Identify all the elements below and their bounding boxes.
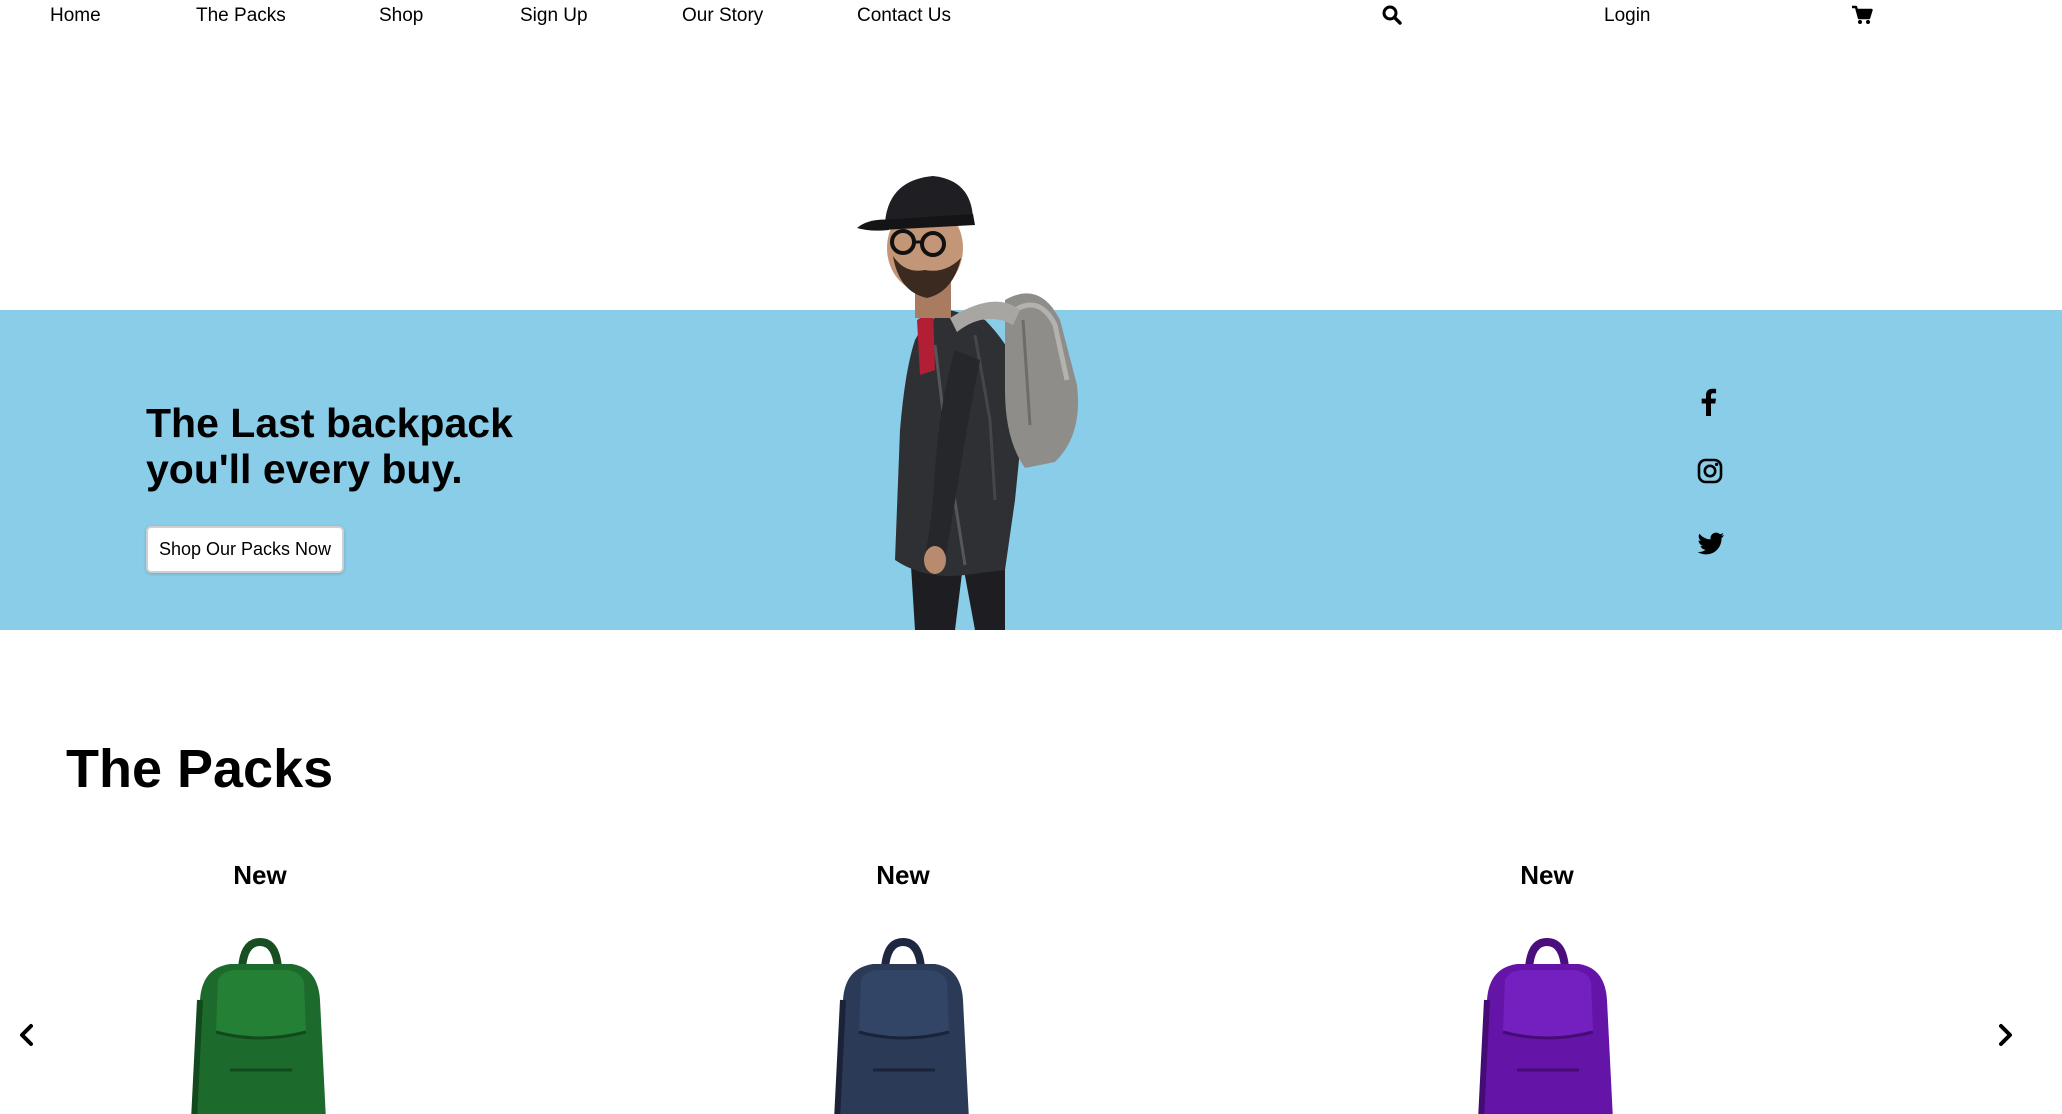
pack-badge-new: New (1520, 860, 1574, 890)
hero-title: The Last backpack you'll every buy. (146, 400, 666, 492)
instagram-icon[interactable] (1697, 458, 1723, 484)
nav-shop[interactable]: Shop (379, 5, 423, 27)
hero-person-image (857, 176, 1079, 630)
search-icon[interactable] (1381, 4, 1403, 26)
shop-packs-button[interactable]: Shop Our Packs Now (146, 526, 344, 573)
hero-title-line2: you'll every buy. (146, 446, 463, 492)
top-nav: Home The Packs Shop Sign Up Our Story Co… (0, 0, 2062, 34)
carousel-next-icon[interactable] (1992, 1022, 2018, 1048)
hero-title-line1: The Last backpack (146, 400, 513, 446)
pack-card[interactable]: New (753, 860, 1053, 1114)
pack-card[interactable]: New (110, 860, 410, 1114)
green-backpack-image (191, 937, 326, 1114)
pack-badge-new: New (876, 860, 930, 890)
purple-backpack-image (1478, 937, 1613, 1114)
nav-sign-up[interactable]: Sign Up (520, 5, 588, 27)
twitter-icon[interactable] (1697, 532, 1725, 556)
pack-card[interactable]: New (1397, 860, 1697, 1114)
nav-login[interactable]: Login (1604, 5, 1651, 27)
packs-heading: The Packs (66, 739, 334, 799)
cart-icon[interactable] (1851, 4, 1873, 26)
pack-badge-new: New (233, 860, 287, 890)
nav-home[interactable]: Home (50, 5, 101, 27)
nav-our-story[interactable]: Our Story (682, 5, 763, 27)
facebook-icon[interactable] (1699, 388, 1717, 416)
navy-backpack-image (834, 937, 969, 1114)
nav-the-packs[interactable]: The Packs (196, 5, 286, 27)
carousel-prev-icon[interactable] (14, 1022, 40, 1048)
nav-contact-us[interactable]: Contact Us (857, 5, 951, 27)
